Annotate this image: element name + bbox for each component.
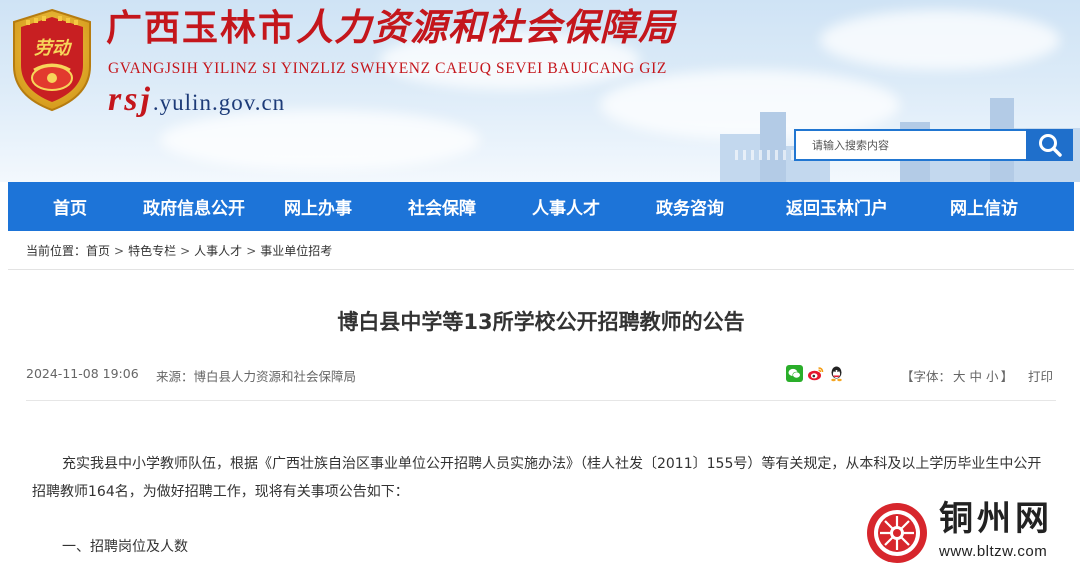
nav-item-petition[interactable]: 网上信访 — [922, 182, 1046, 231]
share-buttons — [786, 365, 845, 382]
article-title: 博白县中学等13所学校公开招聘教师的公告 — [337, 310, 745, 334]
font-label-close: 】 — [1000, 369, 1014, 384]
source-value: 博白县人力资源和社会保障局 — [193, 369, 357, 384]
weibo-icon[interactable] — [807, 365, 824, 382]
qq-icon[interactable] — [828, 365, 845, 382]
watermark-url: www.bltzw.com — [939, 543, 1048, 560]
site-title: 广西玉林市人力资源和社会保障局 — [106, 5, 676, 49]
breadcrumb-separator: > — [114, 244, 125, 258]
labor-emblem-logo: 劳动 — [13, 8, 91, 112]
watermark-text: 铜州网 www.bltzw.com — [939, 497, 1053, 560]
divider — [8, 269, 1074, 270]
svg-text:劳动: 劳动 — [34, 38, 73, 59]
site-title-prefix: 广西玉林市 — [106, 7, 297, 49]
font-size-medium[interactable]: 中 — [970, 369, 983, 384]
site-title-main: 人力资源和社会保障局 — [296, 5, 677, 49]
wechat-icon[interactable] — [786, 365, 803, 382]
tongzhou-emblem-icon — [867, 502, 927, 563]
site-domain-prefix: rsj — [108, 81, 153, 118]
breadcrumb-separator: > — [180, 244, 191, 258]
nav-item-consultation[interactable]: 政务咨询 — [628, 182, 752, 231]
main-nav: 首页 政府信息公开 网上办事 社会保障 人事人才 政务咨询 返回玉林门户 网上信… — [8, 182, 1074, 231]
font-size-large[interactable]: 大 — [953, 369, 966, 384]
nav-item-online-services[interactable]: 网上办事 — [256, 182, 380, 231]
watermark-name: 铜州网 — [939, 499, 1053, 539]
site-header: 劳动 广西玉林市人力资源和社会保障局 GVANGJSIH YILINZ SI Y… — [0, 0, 1080, 182]
breadcrumb-recruitment[interactable]: 事业单位招考 — [260, 244, 332, 258]
nav-item-home[interactable]: 首页 — [8, 182, 132, 231]
divider — [26, 400, 1056, 401]
section-heading: 一、招聘岗位及人数 — [62, 539, 188, 555]
watermark-logo: 铜州网 www.bltzw.com — [853, 493, 1080, 572]
publish-date: 2024-11-08 19:06 — [26, 366, 139, 381]
font-label-open: 【字体： — [901, 369, 952, 384]
breadcrumb-prefix: 当前位置： — [26, 244, 87, 258]
article-source: 来源：博白县人力资源和社会保障局 — [156, 366, 356, 385]
article-meta: 2024-11-08 19:06 来源：博白县人力资源和社会保障局 【字体：大中… — [26, 365, 1056, 386]
search-input[interactable] — [796, 131, 1026, 159]
breadcrumb-featured[interactable]: 特色专栏 — [128, 244, 176, 258]
breadcrumb-home[interactable]: 首页 — [86, 244, 110, 258]
search-button[interactable] — [1026, 129, 1073, 161]
breadcrumb-personnel[interactable]: 人事人才 — [194, 244, 242, 258]
search-icon — [1038, 134, 1062, 157]
breadcrumb: 当前位置：首页 > 特色专栏 > 人事人才 > 事业单位招考 — [26, 242, 332, 259]
nav-item-personnel[interactable]: 人事人才 — [504, 182, 628, 231]
font-size-control: 【字体：大中小】 — [901, 366, 1013, 385]
breadcrumb-separator: > — [246, 244, 257, 258]
site-domain-rest: .yulin.gov.cn — [152, 90, 286, 115]
site-title-english: GVANGJSIH YILINZ SI YINZLIZ SWHYENZ CAEU… — [108, 60, 667, 77]
site-domain: rsj.yulin.gov.cn — [108, 80, 285, 126]
nav-item-yulin-portal[interactable]: 返回玉林门户 — [752, 182, 922, 231]
nav-item-social-security[interactable]: 社会保障 — [380, 182, 504, 231]
print-link[interactable]: 打印 — [1028, 366, 1053, 385]
source-label: 来源： — [156, 369, 194, 384]
nav-item-gov-info[interactable]: 政府信息公开 — [132, 182, 256, 231]
font-size-small[interactable]: 小 — [986, 369, 999, 384]
search-box — [794, 129, 1026, 161]
